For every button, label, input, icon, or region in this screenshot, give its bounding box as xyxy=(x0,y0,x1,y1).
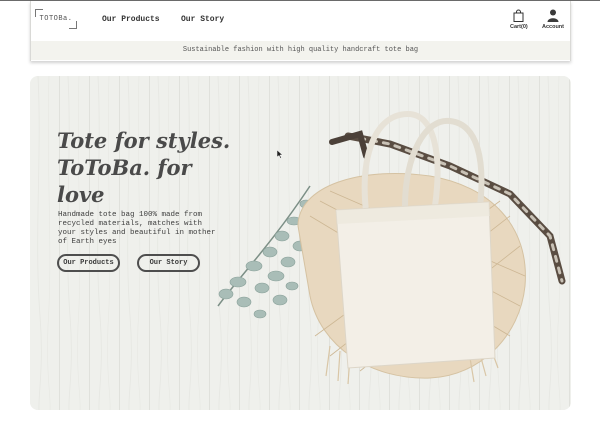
hero-headline: Tote for styles. ToToBa. for love xyxy=(57,128,231,207)
account-button[interactable]: Account xyxy=(542,9,564,30)
hero-section: Tote for styles. ToToBa. for love Handma… xyxy=(30,76,571,410)
mouse-pointer-icon xyxy=(277,150,283,159)
cart-label: Cart(0) xyxy=(510,24,528,30)
account-label: Account xyxy=(542,24,564,30)
hero-description: Handmade tote bag 100% made from recycle… xyxy=(58,211,216,246)
logo-corner xyxy=(69,21,77,29)
tagline-banner: Sustainable fashion with high quality ha… xyxy=(31,41,570,60)
site-header: TOTOBa. Our Products Our Story Cart(0) A… xyxy=(30,1,571,61)
nav-our-products[interactable]: Our Products xyxy=(102,15,160,24)
cart-button[interactable]: Cart(0) xyxy=(510,9,528,30)
nav-our-story[interactable]: Our Story xyxy=(181,15,224,24)
shopping-bag-icon xyxy=(513,9,524,22)
our-story-button[interactable]: Our Story xyxy=(137,254,200,272)
our-products-button[interactable]: Our Products xyxy=(57,254,120,272)
logo-text: TOTOBa. xyxy=(39,15,73,23)
nav-bar: TOTOBa. Our Products Our Story Cart(0) A… xyxy=(31,1,570,41)
user-icon xyxy=(547,9,559,22)
logo-corner xyxy=(35,9,43,17)
logo[interactable]: TOTOBa. xyxy=(35,9,77,29)
